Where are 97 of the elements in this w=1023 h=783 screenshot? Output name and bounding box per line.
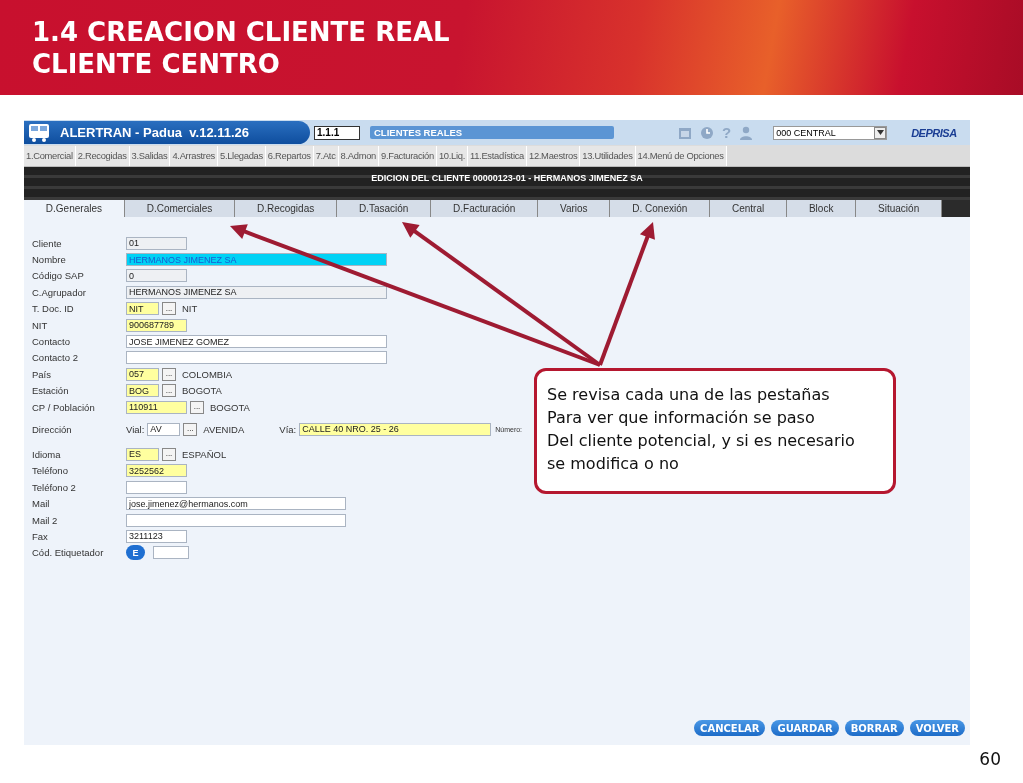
slide-title: 1.4 CREACION CLIENTE REAL — [32, 15, 450, 48]
tab[interactable]: Central — [710, 200, 788, 217]
menu-item[interactable]: 5.Llegadas — [217, 145, 266, 166]
input-field[interactable]: HERMANOS JIMENEZ SA — [126, 285, 387, 299]
field-label: CP / Población — [32, 401, 96, 413]
input-field[interactable]: 3211123 — [126, 529, 187, 543]
branch-dropdown[interactable]: 000 CENTRAL — [773, 125, 888, 140]
field-label: Contacto 2 — [32, 352, 79, 364]
field-description: COLOMBIA — [182, 368, 233, 380]
lookup-button[interactable]: ... — [190, 400, 204, 414]
email-field[interactable]: jose.jimenez@hermanos.com — [126, 497, 346, 511]
field-label: Contacto — [32, 336, 72, 348]
tab[interactable]: D.Generales — [24, 200, 125, 217]
field-label: País — [32, 368, 52, 380]
lookup-button[interactable]: ... — [162, 384, 176, 398]
menu-item[interactable]: 12.Maestros — [527, 145, 581, 166]
menu-item[interactable]: 8.Admon — [338, 145, 379, 166]
user-icon[interactable] — [739, 125, 754, 140]
menu-item[interactable]: 11.Estadística — [468, 145, 527, 166]
caret-icon — [876, 130, 884, 135]
field-description: ESPAÑOL — [182, 449, 227, 460]
field-label: Fax — [32, 530, 49, 542]
lookup-button[interactable]: ... — [162, 448, 176, 461]
code-field[interactable]: AV — [147, 422, 181, 436]
field-label: T. Doc. ID — [32, 303, 75, 315]
bus-icon — [28, 122, 50, 143]
input-field[interactable] — [153, 546, 189, 560]
field-label: Cliente — [32, 237, 63, 249]
page-number: 60 — [979, 749, 1001, 769]
input-field[interactable]: HERMANOS JIMENEZ SA — [126, 253, 387, 267]
tab[interactable]: Block — [787, 200, 857, 217]
input-field[interactable]: JOSE JIMENEZ GOMEZ — [126, 335, 387, 349]
email-field[interactable] — [126, 513, 346, 527]
tab[interactable]: D. Conexión — [610, 200, 711, 217]
code-field[interactable]: 057 — [126, 367, 159, 381]
menu-item[interactable]: 10.Liq. — [436, 145, 468, 166]
slide-title: CLIENTE CENTRO — [32, 47, 281, 80]
menu-item[interactable]: 2.Recogidas — [75, 145, 130, 166]
tab[interactable]: Varios — [538, 200, 611, 217]
tab[interactable]: D.Tasación — [337, 200, 432, 217]
field-description: AVENIDA — [203, 423, 246, 435]
field-label: Vial: — [126, 423, 145, 435]
action-button[interactable]: CANCELAR — [694, 720, 766, 736]
field-label: NIT — [32, 319, 49, 331]
tab[interactable]: D.Facturación — [431, 200, 539, 217]
action-button[interactable]: GUARDAR — [771, 720, 839, 736]
field-description: NIT — [182, 303, 198, 315]
input-field[interactable]: 900687789 — [126, 318, 187, 332]
menu-item[interactable]: 9.Facturación — [379, 145, 437, 166]
lookup-button[interactable]: ... — [162, 367, 176, 381]
header-title: EDICION DEL CLIENTE 00000123-01 - HERMANOS JIMENEZ SA — [371, 172, 643, 185]
lookup-button[interactable]: ... — [162, 302, 176, 316]
tab[interactable]: D.Recogidas — [235, 200, 338, 217]
field-label: Vía: — [279, 423, 297, 435]
field-label: Dirección — [32, 423, 73, 435]
menu-item[interactable]: 7.Atc — [313, 145, 339, 166]
menu-item[interactable]: 1.Comercial — [24, 145, 76, 166]
input-field[interactable] — [126, 351, 387, 365]
lookup-button[interactable]: ... — [183, 422, 198, 436]
input-field[interactable] — [126, 480, 187, 494]
field-label: Código SAP — [32, 270, 85, 282]
action-button[interactable]: VOLVER — [909, 720, 965, 736]
tagger-button[interactable]: E — [126, 545, 145, 561]
field-label: Idioma — [32, 449, 62, 460]
tab[interactable]: Situación — [856, 200, 943, 217]
field-label: Mail — [32, 498, 51, 510]
menu-item[interactable]: 3.Salidas — [129, 145, 171, 166]
field-label: Mail 2 — [32, 514, 59, 526]
field-description: BOGOTA — [182, 385, 222, 397]
street-field[interactable]: CALLE 40 NRO. 25 - 26 — [299, 422, 492, 436]
input-field[interactable]: 0 — [126, 269, 187, 283]
field-description: BOGOTA — [210, 401, 250, 413]
code-field[interactable]: NIT — [126, 302, 159, 316]
option-code-field[interactable]: 1.1.1 — [314, 125, 360, 140]
tab[interactable]: D.Comerciales — [124, 200, 236, 217]
menu-item[interactable]: 6.Repartos — [265, 145, 314, 166]
input-field[interactable]: 01 — [126, 236, 187, 250]
menu-item[interactable]: 14.Menú de Opciones — [635, 145, 727, 166]
field-label: Teléfono — [32, 465, 69, 477]
field-label: Cód. Etiquetador — [32, 547, 105, 559]
menu-item[interactable]: 4.Arrastres — [170, 145, 218, 166]
calendar-icon[interactable] — [678, 125, 692, 140]
field-label: Teléfono 2 — [32, 481, 77, 493]
screen-name-bar: CLIENTES REALES — [370, 126, 614, 139]
code-field[interactable]: BOG — [126, 384, 159, 398]
input-field[interactable]: 3252562 — [126, 464, 187, 478]
menu-item[interactable]: 13.Utilidades — [580, 145, 636, 166]
field-label: Nombre — [32, 254, 67, 266]
app-title-bar: ALERTRAN - Padua v.12.11.26 — [24, 121, 310, 144]
clock-icon[interactable] — [700, 125, 714, 140]
callout-note: Se revisa cada una de las pestañas Para ver que información se paso Del cliente potencial, y si es necesario se modifica o no — [534, 368, 896, 494]
field-label: C.Agrupador — [32, 286, 87, 298]
code-field[interactable]: 110911 — [126, 400, 187, 414]
company-logo: DEPRISA — [911, 126, 957, 139]
code-field[interactable]: ES — [126, 448, 159, 461]
action-button[interactable]: BORRAR — [844, 720, 904, 736]
field-label: Estación — [32, 385, 70, 397]
